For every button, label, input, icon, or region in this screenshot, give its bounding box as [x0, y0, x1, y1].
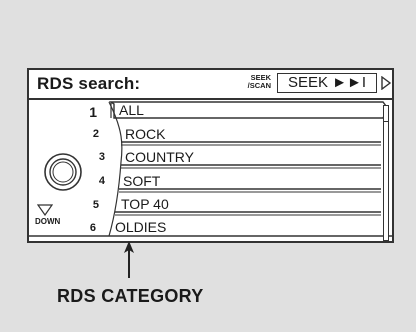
- category-item-soft[interactable]: SOFT: [123, 171, 160, 191]
- category-list-frame: [29, 101, 392, 237]
- category-item-rock[interactable]: ROCK: [125, 124, 165, 144]
- down-label: DOWN: [35, 217, 61, 226]
- rds-category-callout: RDS CATEGORY: [57, 286, 204, 306]
- category-item-country[interactable]: COUNTRY: [125, 147, 194, 167]
- category-item-oldies[interactable]: OLDIES: [115, 217, 166, 237]
- category-number-4: 4: [98, 175, 105, 187]
- category-number-5: 5: [92, 199, 99, 211]
- callout-line: [128, 244, 130, 278]
- category-item-top40[interactable]: TOP 40: [121, 194, 169, 214]
- category-number-1: 1: [89, 104, 97, 120]
- scrollbar[interactable]: [383, 105, 389, 241]
- selector-knob-icon[interactable]: [43, 152, 83, 192]
- down-triangle-icon: [37, 204, 53, 216]
- category-number-6: 6: [89, 222, 96, 234]
- scroll-thumb[interactable]: [384, 106, 388, 122]
- category-number-2: 2: [92, 128, 99, 140]
- rds-display-screen: RDS search: SEEK /SCAN SEEK ►►I 1 2 3 4 …: [27, 68, 394, 243]
- category-item-all[interactable]: ALL: [119, 100, 144, 120]
- category-number-3: 3: [98, 151, 105, 163]
